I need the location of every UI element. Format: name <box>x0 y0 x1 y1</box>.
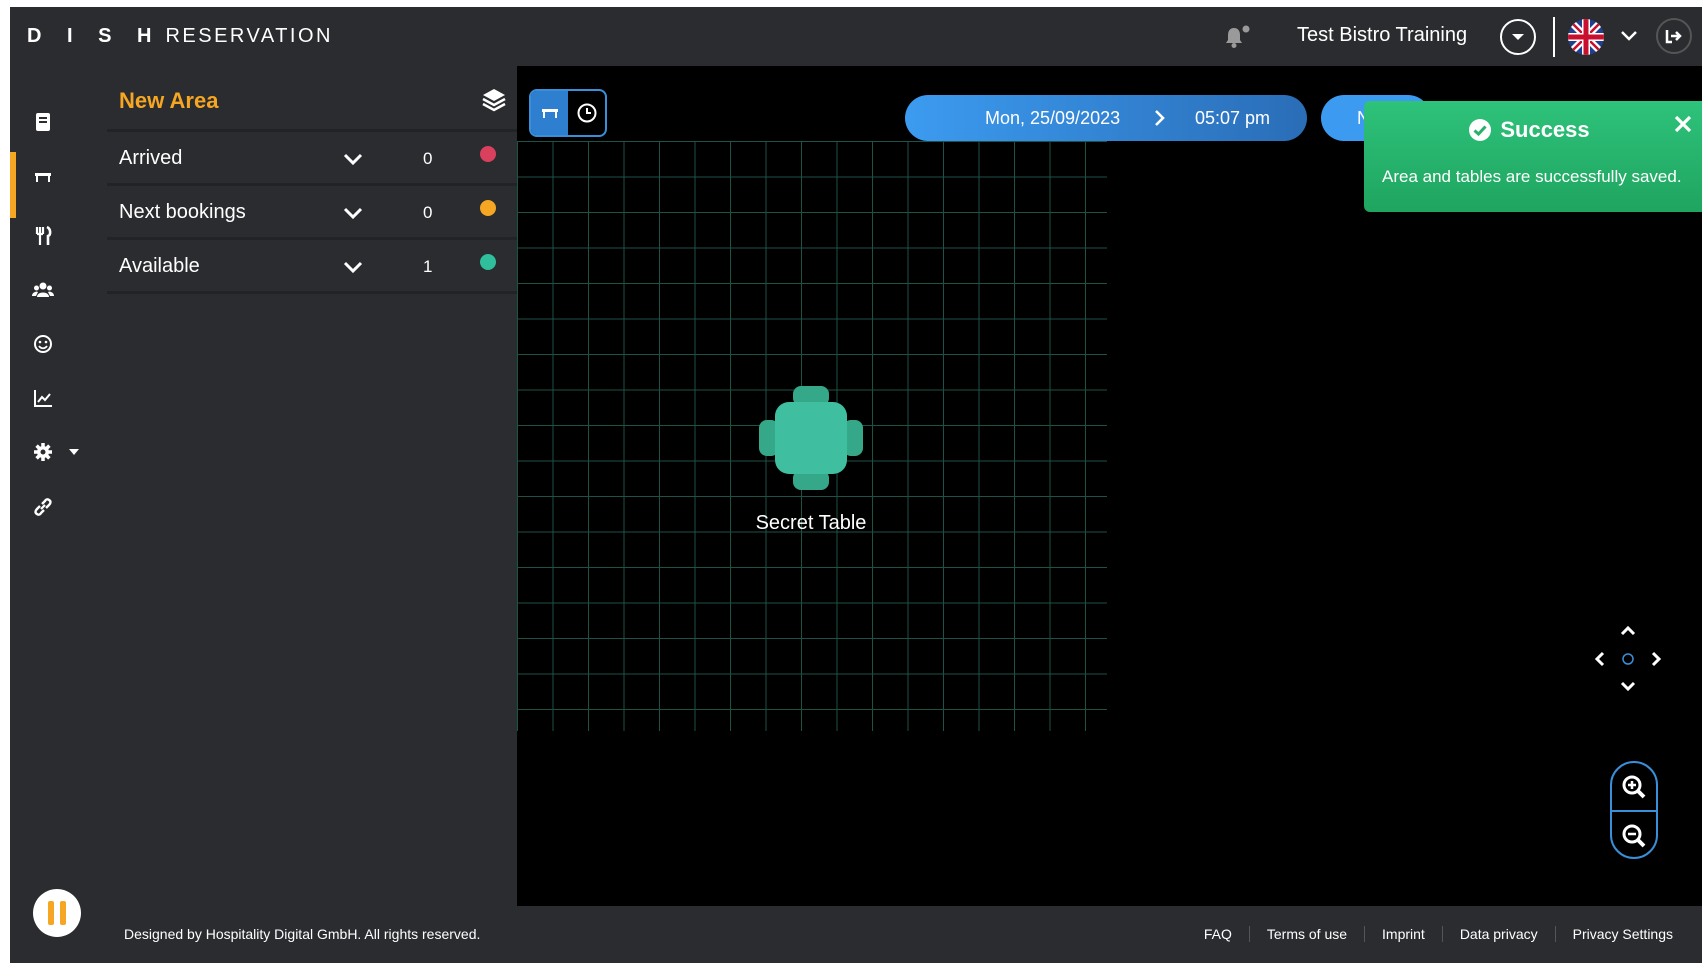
status-dot-green <box>480 254 496 270</box>
restaurant-name[interactable]: Test Bistro Training <box>1297 24 1467 47</box>
app-frame: D I S H RESERVATION Test Bistro Training <box>10 7 1702 963</box>
pan-left-icon <box>1594 651 1605 667</box>
status-dot-orange <box>480 200 496 216</box>
footer-link-data-privacy[interactable]: Data privacy <box>1441 926 1555 942</box>
layers-icon[interactable] <box>480 86 508 114</box>
zoom-out-icon <box>1622 824 1646 847</box>
logo-brand: D I S H <box>27 25 162 47</box>
pause-button[interactable] <box>33 889 81 937</box>
pan-center-icon <box>1622 653 1634 665</box>
date-time-bar[interactable]: Mon, 25/09/2023 05:07 pm <box>905 95 1307 141</box>
footer-link-terms[interactable]: Terms of use <box>1248 926 1364 942</box>
status-count: 0 <box>423 149 433 168</box>
sidebar-item-guests[interactable] <box>10 265 107 315</box>
logo-product: RESERVATION <box>165 25 333 47</box>
gear-icon <box>34 443 52 461</box>
toast-title: Success <box>1500 117 1590 142</box>
sidebar-item-menu[interactable] <box>10 211 107 261</box>
sidebar-item-settings[interactable] <box>10 427 107 477</box>
footer-links: FAQ Terms of use Imprint Data privacy Pr… <box>1187 926 1690 942</box>
area-status-panel: New Area Arrived 0 Next bookings 0 Avail… <box>107 66 517 906</box>
table-icon <box>541 109 558 118</box>
status-row-available[interactable]: Available 1 <box>107 240 517 294</box>
view-toggle[interactable] <box>529 89 607 137</box>
copyright-text: Designed by Hospitality Digital GmbH. Al… <box>124 926 481 942</box>
date-display[interactable]: Mon, 25/09/2023 <box>985 108 1120 129</box>
pan-right-icon <box>1651 651 1662 667</box>
success-toast: Success Area and tables are successfully… <box>1364 101 1702 212</box>
check-circle-icon <box>1469 119 1492 141</box>
status-row-next-bookings[interactable]: Next bookings 0 <box>107 186 517 240</box>
chevron-right-icon[interactable] <box>1149 108 1169 128</box>
link-icon <box>34 498 52 516</box>
zoom-out-button[interactable] <box>1612 812 1656 857</box>
floor-view-button[interactable] <box>531 91 568 135</box>
status-label: Arrived <box>119 147 183 169</box>
close-icon[interactable] <box>1672 113 1694 135</box>
pause-icon-bar <box>48 901 54 925</box>
sidebar-item-reservations[interactable] <box>10 97 107 147</box>
uk-flag-icon[interactable] <box>1568 19 1604 55</box>
logout-icon[interactable] <box>1656 18 1692 54</box>
icon-sidebar <box>10 66 107 963</box>
pause-icon-bar <box>60 901 66 925</box>
top-header: D I S H RESERVATION Test Bistro Training <box>10 7 1702 66</box>
cutlery-icon <box>35 225 52 245</box>
table-icon <box>35 173 51 182</box>
status-label: Next bookings <box>119 201 246 223</box>
footer-link-imprint[interactable]: Imprint <box>1364 926 1442 942</box>
time-display[interactable]: 05:07 pm <box>1195 108 1270 129</box>
pan-control[interactable] <box>1593 624 1663 694</box>
area-title: New Area <box>119 88 219 113</box>
status-label: Available <box>119 255 200 277</box>
toast-message: Area and tables are successfully saved. <box>1382 167 1682 186</box>
pan-down-icon <box>1620 681 1636 692</box>
smiley-icon <box>34 335 52 353</box>
chevron-down-icon[interactable] <box>342 256 364 278</box>
app-logo[interactable]: D I S H RESERVATION <box>27 25 333 48</box>
notification-bell-icon[interactable] <box>1222 24 1252 50</box>
zoom-in-button[interactable] <box>1612 763 1656 810</box>
settings-caret-down-icon <box>69 449 79 455</box>
sidebar-item-feedback[interactable] <box>10 319 107 369</box>
status-count: 0 <box>423 203 433 222</box>
table-secret-table[interactable] <box>757 384 865 492</box>
page-footer: Designed by Hospitality Digital GmbH. Al… <box>107 906 1702 963</box>
book-icon <box>36 113 50 131</box>
sidebar-item-integrations[interactable] <box>10 482 107 532</box>
toast-title-row: Success <box>1364 117 1694 143</box>
footer-link-faq[interactable]: FAQ <box>1187 926 1249 942</box>
header-divider <box>1553 17 1555 57</box>
pan-up-icon <box>1620 625 1636 636</box>
footer-link-privacy-settings[interactable]: Privacy Settings <box>1554 926 1690 942</box>
zoom-in-icon <box>1622 775 1646 798</box>
status-dot-red <box>480 146 496 162</box>
restaurant-dropdown-icon[interactable] <box>1500 19 1536 55</box>
language-chevron-down-icon[interactable] <box>1620 27 1638 45</box>
status-row-arrived[interactable]: Arrived 0 <box>107 132 517 186</box>
chevron-down-icon[interactable] <box>342 148 364 170</box>
sidebar-item-tables[interactable] <box>10 152 107 218</box>
zoom-controls <box>1610 761 1658 859</box>
status-count: 1 <box>423 257 433 276</box>
floor-plan-canvas[interactable]: Mon, 25/09/2023 05:07 pm N Secret Table … <box>517 66 1702 906</box>
table-name-label: Secret Table <box>755 512 867 534</box>
chevron-down-icon[interactable] <box>342 202 364 224</box>
timeline-view-button[interactable] <box>568 91 605 135</box>
chart-icon <box>34 390 52 407</box>
clock-icon <box>577 103 596 123</box>
panel-header: New Area <box>107 66 517 132</box>
sidebar-item-reports[interactable] <box>10 373 107 423</box>
guests-icon <box>32 282 54 297</box>
